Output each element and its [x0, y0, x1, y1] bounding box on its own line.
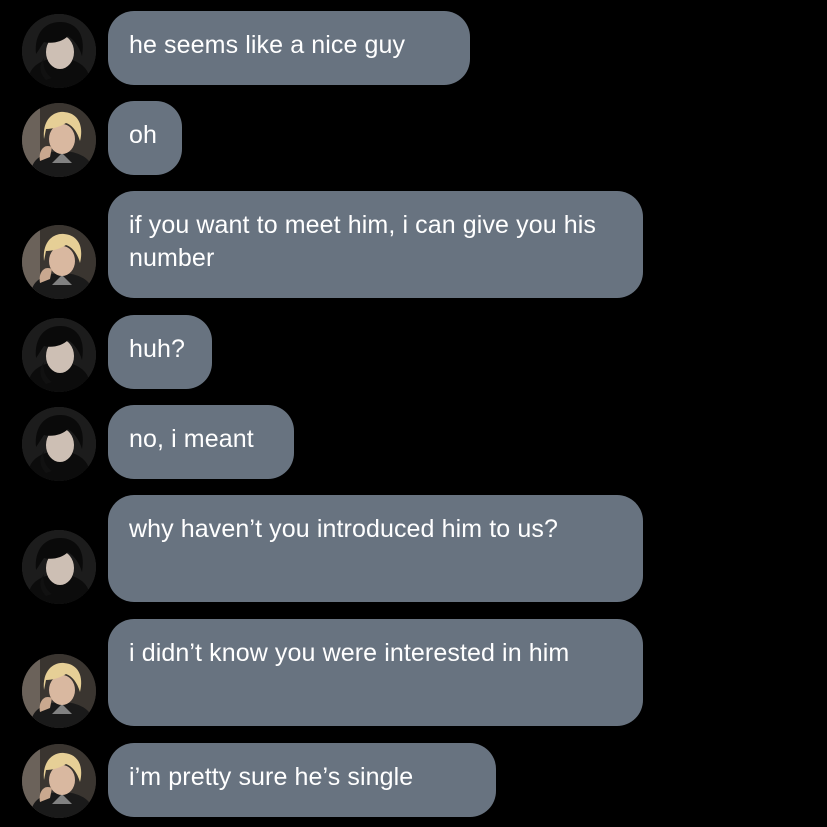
- message-row: why haven’t you introduced him to us?: [0, 495, 827, 602]
- blonde-person-avatar-icon[interactable]: [22, 103, 96, 177]
- message-row: he seems like a nice guy: [0, 11, 827, 85]
- blonde-person-avatar-icon[interactable]: [22, 225, 96, 299]
- dark-haired-person-avatar-icon[interactable]: [22, 407, 96, 481]
- message-bubble[interactable]: huh?: [108, 315, 212, 389]
- blonde-person-avatar-icon[interactable]: [22, 654, 96, 728]
- message-row: i’m pretty sure he’s single: [0, 743, 827, 817]
- message-bubble[interactable]: if you want to meet him, i can give you …: [108, 191, 643, 298]
- dark-haired-person-avatar-icon[interactable]: [22, 530, 96, 604]
- message-row: i didn’t know you were interested in him: [0, 619, 827, 726]
- message-bubble[interactable]: i’m pretty sure he’s single: [108, 743, 496, 817]
- message-bubble[interactable]: oh: [108, 101, 182, 175]
- message-row: huh?: [0, 315, 827, 389]
- message-row: no, i meant: [0, 405, 827, 479]
- blonde-person-avatar-icon[interactable]: [22, 744, 96, 818]
- message-bubble[interactable]: he seems like a nice guy: [108, 11, 470, 85]
- message-bubble[interactable]: i didn’t know you were interested in him: [108, 619, 643, 726]
- dark-haired-person-avatar-icon[interactable]: [22, 318, 96, 392]
- message-row: oh: [0, 101, 827, 175]
- dark-haired-person-avatar-icon[interactable]: [22, 14, 96, 88]
- message-bubble[interactable]: why haven’t you introduced him to us?: [108, 495, 643, 602]
- message-bubble[interactable]: no, i meant: [108, 405, 294, 479]
- message-row: if you want to meet him, i can give you …: [0, 191, 827, 298]
